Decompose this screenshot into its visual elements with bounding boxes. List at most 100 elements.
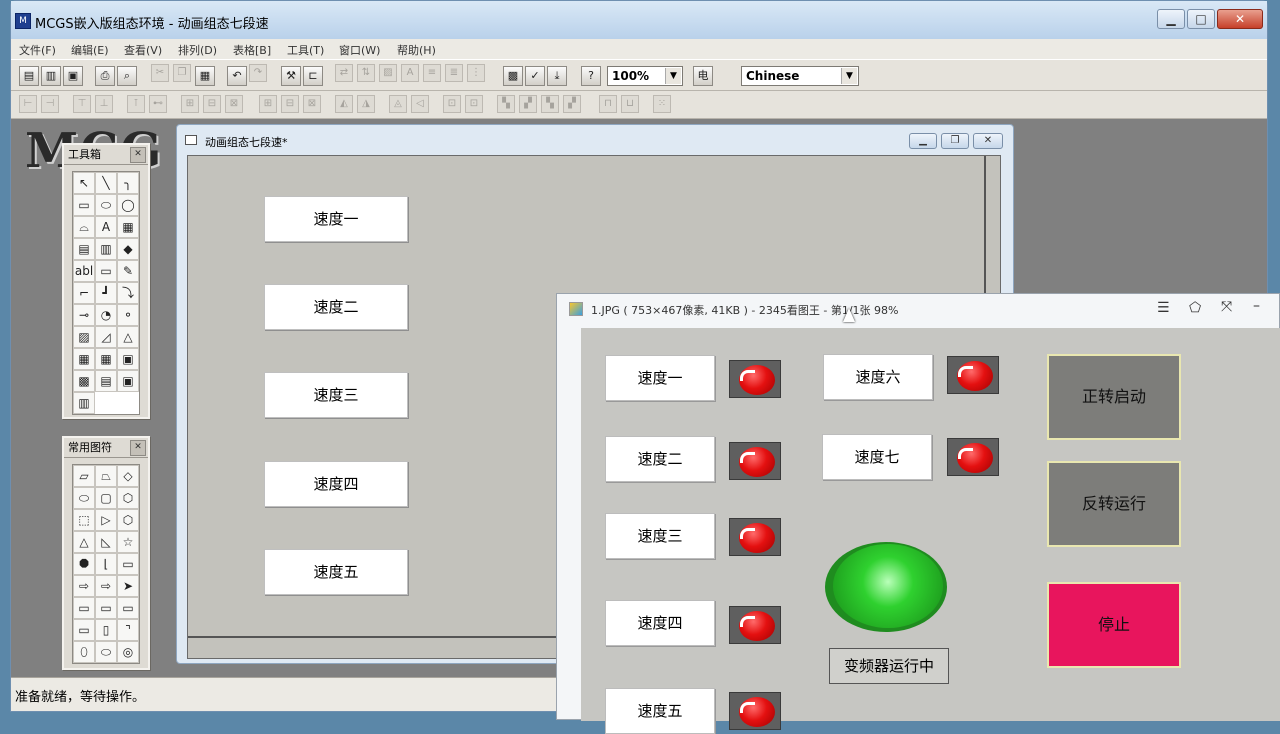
tool-button-7[interactable]: ⌓ [73, 216, 95, 238]
tool-button-23[interactable]: ◿ [95, 326, 117, 348]
stop-button[interactable]: 停止 [1047, 582, 1181, 668]
line-color-icon[interactable]: ≡ [423, 64, 441, 82]
space-v-icon[interactable]: ⊟ [281, 95, 299, 113]
tool-button-1[interactable]: ↖ [73, 172, 95, 194]
close-icon[interactable]: ✕ [130, 147, 146, 163]
menu-icon[interactable]: ☰ [1157, 300, 1170, 316]
rotate-left-icon[interactable]: ◭ [335, 95, 353, 113]
speed-2-button[interactable]: 速度二 [264, 284, 408, 330]
symbol-button-1[interactable]: ▱ [73, 465, 95, 487]
line-style-icon[interactable]: ≣ [445, 64, 463, 82]
tool-button-3[interactable]: ╮ [117, 172, 139, 194]
editor-minimize-button[interactable]: ▁ [909, 133, 937, 149]
fullscreen-icon[interactable]: ⤧ [1221, 299, 1232, 315]
speed-5-button[interactable]: 速度五 [264, 549, 408, 595]
chevron-down-icon[interactable]: ▼ [665, 68, 681, 84]
symbol-button-20[interactable]: ▭ [95, 597, 117, 619]
menu-tools[interactable]: 工具(T) [287, 42, 324, 58]
download-icon[interactable]: ⤓ [547, 66, 567, 86]
symbol-button-23[interactable]: ▯ [95, 619, 117, 641]
symbol-button-8[interactable]: ▷ [95, 509, 117, 531]
center-vertical-icon[interactable]: ⊺ [127, 95, 145, 113]
font-icon[interactable]: A [401, 64, 419, 82]
ungroup-icon[interactable]: ⊡ [465, 95, 483, 113]
editor-restore-button[interactable]: ❐ [941, 133, 969, 149]
symbol-button-3[interactable]: ◇ [117, 465, 139, 487]
tool-button-16[interactable]: ⌐ [73, 282, 95, 304]
symbol-button-9[interactable]: ⬡ [117, 509, 139, 531]
symbol-button-5[interactable]: ▢ [95, 487, 117, 509]
tool-button-22[interactable]: ▨ [73, 326, 95, 348]
maximize-button[interactable]: □ [1187, 9, 1215, 29]
grid-toggle-icon[interactable]: ⁙ [653, 95, 671, 113]
speed-3-button[interactable]: 速度三 [605, 513, 715, 559]
tool-button-24[interactable]: △ [117, 326, 139, 348]
symbol-button-12[interactable]: ☆ [117, 531, 139, 553]
tool-button-13[interactable]: abl [73, 260, 95, 282]
tool-button-6[interactable]: ◯ [117, 194, 139, 216]
menu-edit[interactable]: 编辑(E) [71, 42, 109, 58]
speed-5-button[interactable]: 速度五 [605, 688, 715, 734]
align-left-icon[interactable]: ⊢ [19, 95, 37, 113]
align-right-icon[interactable]: ⊣ [41, 95, 59, 113]
minimize-icon[interactable]: – [1253, 298, 1260, 314]
reverse-run-button[interactable]: 反转运行 [1047, 461, 1181, 547]
tools-icon[interactable]: ⚒ [281, 66, 301, 86]
lock-icon[interactable]: ⊓ [599, 95, 617, 113]
zoom-select[interactable]: 100% ▼ [607, 66, 683, 86]
symbol-button-16[interactable]: ⇨ [73, 575, 95, 597]
unlock-icon[interactable]: ⊔ [621, 95, 639, 113]
symbol-button-22[interactable]: ▭ [73, 619, 95, 641]
open-icon[interactable]: ▥ [41, 66, 61, 86]
print-icon[interactable]: ⎙ [95, 66, 115, 86]
tool-button-19[interactable]: ⊸ [73, 304, 95, 326]
new-icon[interactable]: ▤ [19, 66, 39, 86]
tool-button-15[interactable]: ✎ [117, 260, 139, 282]
tool-button-29[interactable]: ▤ [95, 370, 117, 392]
speed-4-button[interactable]: 速度四 [264, 461, 408, 507]
symbol-button-19[interactable]: ▭ [73, 597, 95, 619]
grid-icon[interactable]: ⋮ [467, 64, 485, 82]
tool-button-18[interactable]: ⤵ [117, 282, 139, 304]
bring-front-icon[interactable]: ▚ [497, 95, 515, 113]
menu-help[interactable]: 帮助(H) [397, 42, 436, 58]
symbol-button-15[interactable]: ▭ [117, 553, 139, 575]
title-bar[interactable]: M MCGS嵌入版组态环境 - 动画组态七段速 ▁ □ ✕ [11, 1, 1267, 39]
menu-view[interactable]: 查看(V) [124, 42, 162, 58]
menu-window[interactable]: 窗口(W) [339, 42, 380, 58]
skin-icon[interactable]: ⬠ [1189, 300, 1201, 316]
properties-icon[interactable]: ▩ [503, 66, 523, 86]
symbol-button-10[interactable]: △ [73, 531, 95, 553]
redo-icon[interactable]: ↷ [249, 64, 267, 82]
symbol-button-14[interactable]: ⌊ [95, 553, 117, 575]
symbol-button-6[interactable]: ⬡ [117, 487, 139, 509]
speed-7-button[interactable]: 速度七 [822, 434, 932, 480]
help-pointer-icon[interactable]: ? [581, 66, 601, 86]
menu-file[interactable]: 文件(F) [19, 42, 56, 58]
check-icon[interactable]: ✓ [525, 66, 545, 86]
menu-arrange[interactable]: 排列(D) [178, 42, 217, 58]
symbol-button-21[interactable]: ▭ [117, 597, 139, 619]
close-icon[interactable]: ✕ [130, 440, 146, 456]
language-select[interactable]: Chinese ▼ [741, 66, 859, 86]
align-bottom-icon[interactable]: ⊥ [95, 95, 113, 113]
forward-icon[interactable]: ▚ [541, 95, 559, 113]
forward-start-button[interactable]: 正转启动 [1047, 354, 1181, 440]
dictionary-icon[interactable]: 电 [693, 66, 713, 86]
menu-table[interactable]: 表格[B] [233, 42, 271, 58]
save-icon[interactable]: ▣ [63, 66, 83, 86]
tool-button-2[interactable]: ╲ [95, 172, 117, 194]
tool-button-12[interactable]: ◆ [117, 238, 139, 260]
symbol-button-13[interactable]: ⯃ [73, 553, 95, 575]
chevron-down-icon[interactable]: ▼ [841, 68, 857, 84]
cut-icon[interactable]: ✂ [151, 64, 169, 82]
flip-v-icon[interactable]: ◁ [411, 95, 429, 113]
align-top-icon[interactable]: ⊤ [73, 95, 91, 113]
editor-close-button[interactable]: ✕ [973, 133, 1003, 149]
tool-button-31[interactable]: ▥ [73, 392, 95, 414]
symbol-button-18[interactable]: ➤ [117, 575, 139, 597]
symbol-button-24[interactable]: ⌝ [117, 619, 139, 641]
tool-button-14[interactable]: ▭ [95, 260, 117, 282]
speed-2-button[interactable]: 速度二 [605, 436, 715, 482]
tool-button-30[interactable]: ▣ [117, 370, 139, 392]
